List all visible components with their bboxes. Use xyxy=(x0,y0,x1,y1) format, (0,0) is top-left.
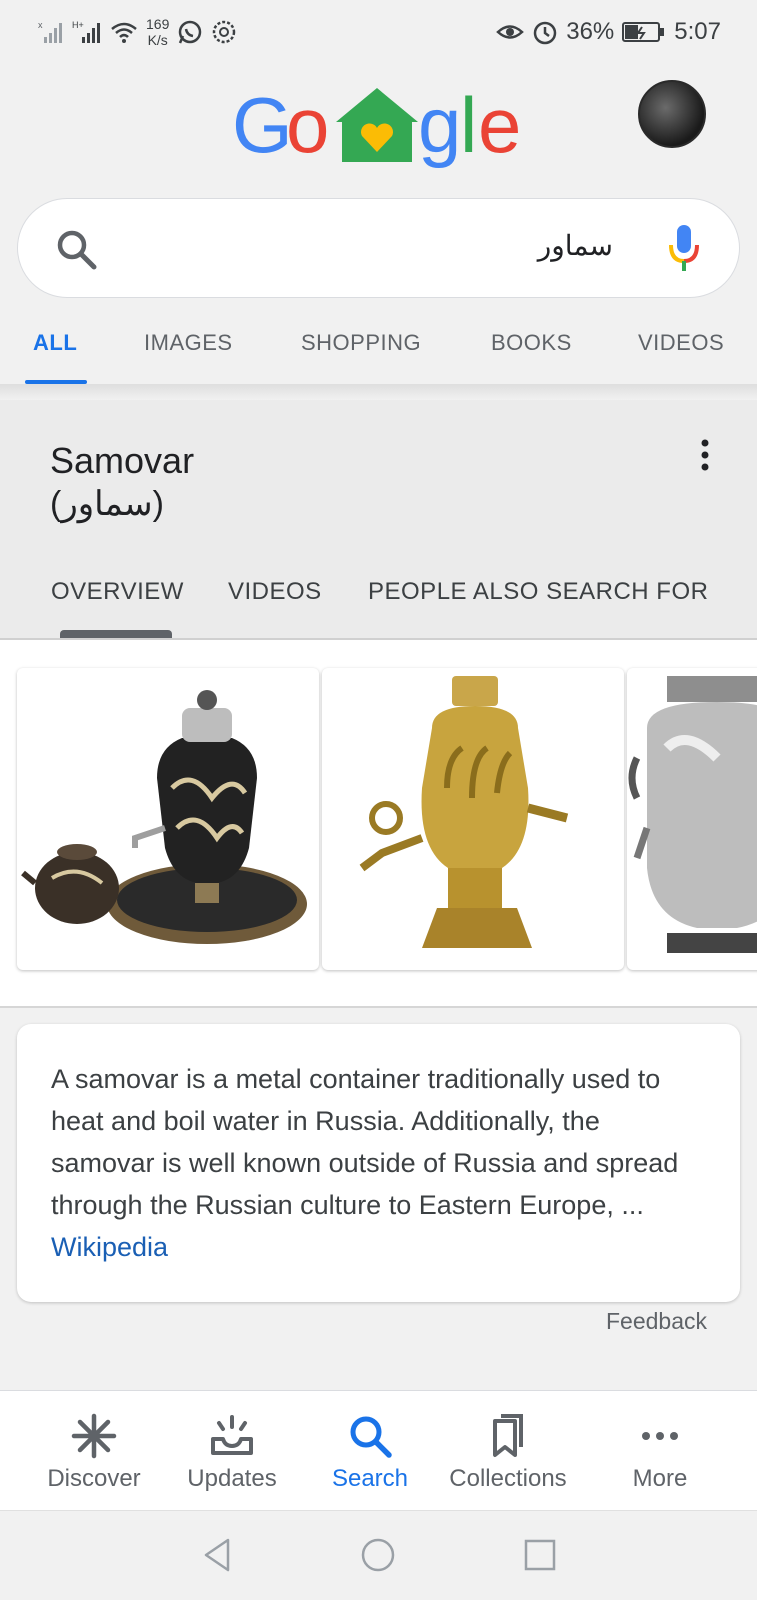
svg-text:G: G xyxy=(232,82,293,169)
kp-active-tab-indicator xyxy=(60,630,172,638)
battery-charging-icon xyxy=(622,22,665,42)
kp-tab-overview[interactable]: OVERVIEW xyxy=(51,578,184,606)
image-carousel xyxy=(0,640,757,1006)
collections-icon xyxy=(493,1414,523,1457)
samovar-silver-illustration xyxy=(628,676,757,953)
nav-discover[interactable]: Discover xyxy=(24,1391,164,1511)
search-icon xyxy=(350,1416,392,1458)
signal-h-icon: H+ xyxy=(72,20,100,43)
search-tabs: ALL IMAGES SHOPPING BOOKS VIDEOS xyxy=(0,300,757,384)
samovar-image-2[interactable] xyxy=(322,668,624,970)
nav-collections[interactable]: Collections xyxy=(438,1391,578,1511)
home-icon[interactable] xyxy=(360,1537,396,1573)
header: G o g l e xyxy=(0,64,757,204)
nav-search-label: Search xyxy=(331,1465,409,1492)
knowledge-panel-header: Samovar (سماور) OVERVIEW VIDEOS PEOPLE A… xyxy=(0,400,757,638)
nav-updates-label: Updates xyxy=(187,1465,277,1492)
network-speed-unit: K/s xyxy=(147,32,168,48)
search-icon[interactable] xyxy=(54,227,98,271)
back-icon[interactable] xyxy=(200,1537,236,1573)
svg-text:g: g xyxy=(418,82,461,169)
eye-icon xyxy=(496,25,525,39)
kp-tab-people-also-search[interactable]: PEOPLE ALSO SEARCH FOR xyxy=(368,578,708,606)
whatsapp-icon xyxy=(179,20,202,44)
search-input[interactable]: سماور xyxy=(538,229,613,262)
description-section: A samovar is a metal container tradition… xyxy=(0,1008,757,1388)
nav-collections-label: Collections xyxy=(449,1465,567,1492)
entity-subtitle: (سماور) xyxy=(50,485,164,523)
network-speed: 169 K/s xyxy=(146,16,169,48)
kp-tab-videos[interactable]: VIDEOS xyxy=(228,578,322,606)
description-text: A samovar is a metal container tradition… xyxy=(51,1064,679,1220)
status-right: 36% 5:07 xyxy=(496,18,721,46)
tab-books[interactable]: BOOKS xyxy=(491,330,572,356)
system-navigation-bar xyxy=(0,1510,757,1600)
samovar-decorated-illustration xyxy=(21,690,307,944)
status-left: x H+ 169 K/s xyxy=(38,16,237,48)
nav-search[interactable]: Search xyxy=(300,1391,440,1511)
recents-icon[interactable] xyxy=(522,1537,558,1573)
nav-discover-label: Discover xyxy=(47,1465,141,1492)
nav-more[interactable]: More xyxy=(590,1391,730,1511)
microphone-icon[interactable] xyxy=(667,223,701,273)
clock: 5:07 xyxy=(674,18,721,45)
samovar-image-1[interactable] xyxy=(17,668,319,970)
asterisk-icon xyxy=(71,1413,117,1459)
svg-text:x: x xyxy=(38,20,43,30)
svg-text:H+: H+ xyxy=(72,20,84,30)
tabs-shadow xyxy=(0,384,757,400)
description-card: A samovar is a metal container tradition… xyxy=(17,1024,740,1302)
tab-images[interactable]: IMAGES xyxy=(144,330,233,356)
wikipedia-link[interactable]: Wikipedia xyxy=(51,1232,168,1262)
tab-videos[interactable]: VIDEOS xyxy=(638,330,724,356)
samovar-image-3[interactable] xyxy=(627,668,757,970)
search-box[interactable]: سماور xyxy=(17,198,740,298)
bottom-navigation: Discover Updates Search Collections More xyxy=(0,1390,757,1510)
status-bar: x H+ 169 K/s 36% 5:07 xyxy=(0,0,757,64)
svg-text:e: e xyxy=(478,82,521,169)
nav-more-label: More xyxy=(632,1465,688,1492)
entity-title: Samovar xyxy=(50,440,195,481)
wifi-icon xyxy=(111,22,137,43)
alarm-icon xyxy=(533,21,557,45)
account-avatar[interactable] xyxy=(638,80,706,148)
more-dots-icon xyxy=(642,1432,678,1440)
signal-x-icon: x xyxy=(38,20,62,43)
svg-text:l: l xyxy=(460,82,477,169)
samovar-brass-illustration xyxy=(359,676,569,948)
battery-percent: 36% xyxy=(566,18,615,45)
svg-text:o: o xyxy=(286,82,329,169)
more-options-icon[interactable] xyxy=(700,438,710,472)
inbox-icon xyxy=(211,1415,253,1455)
feedback-link[interactable]: Feedback xyxy=(606,1308,707,1335)
network-speed-value: 169 xyxy=(146,16,170,32)
tab-shopping[interactable]: SHOPPING xyxy=(301,330,421,356)
settings-icon xyxy=(213,20,236,44)
tab-all[interactable]: ALL xyxy=(33,330,77,356)
google-doodle-logo[interactable]: G o g l e xyxy=(232,82,522,182)
nav-updates[interactable]: Updates xyxy=(162,1391,302,1511)
